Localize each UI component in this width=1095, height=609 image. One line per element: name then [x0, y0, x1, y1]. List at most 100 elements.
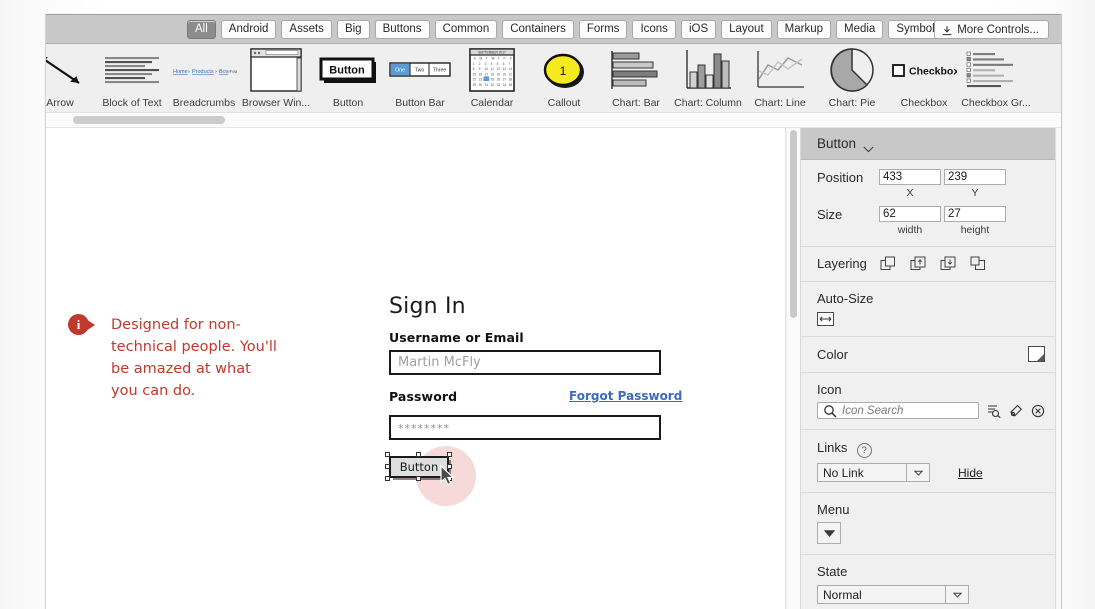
panel-scrollbar[interactable]	[1055, 128, 1061, 609]
size-label: Size	[817, 206, 843, 222]
svg-text:1: 1	[473, 62, 475, 66]
size-height-input[interactable]: 27	[944, 206, 1006, 222]
resize-handle-ne[interactable]	[447, 452, 452, 457]
properties-panel-header[interactable]: Button	[801, 128, 1061, 160]
password-input[interactable]: ********	[389, 415, 661, 440]
svg-text:S: S	[510, 56, 512, 60]
geometry-section: Position 433 239 X Y Size 62 27 width he…	[801, 160, 1061, 247]
username-label: Username or Email	[389, 330, 524, 345]
tab-buttons[interactable]: Buttons	[374, 19, 430, 39]
gallery-item-chart-column[interactable]: Chart: Column	[672, 44, 744, 112]
svg-text:21: 21	[509, 72, 513, 76]
send-backward-icon[interactable]	[940, 256, 957, 271]
icon-section: Icon Icon Search	[801, 373, 1061, 430]
gallery-item-calendar[interactable]: SEPTEMBER 2017 S M T W T F S 1 2 3 4 5 6 7 8 9 10 11 12 13 14…	[456, 44, 528, 112]
forgot-password-link[interactable]: Forgot Password	[569, 389, 682, 403]
tab-all[interactable]: All	[187, 19, 216, 39]
canvas-scrollbar-thumb[interactable]	[790, 130, 797, 318]
send-to-back-icon[interactable]	[970, 256, 987, 271]
gallery-scrollbar[interactable]	[46, 113, 1061, 128]
tab-icons[interactable]: Icons	[632, 19, 676, 39]
icon-library-icon[interactable]	[987, 404, 1001, 418]
annotation-text: Designed for non-technical people. You'l…	[111, 317, 277, 399]
position-y-input[interactable]: 239	[944, 169, 1006, 185]
gallery-item-label: Browser Win...	[241, 97, 311, 109]
tab-layout[interactable]: Layout	[721, 19, 772, 39]
bring-forward-icon[interactable]	[910, 256, 927, 271]
more-controls-button[interactable]: More Controls...	[934, 20, 1049, 39]
canvas-vertical-scrollbar[interactable]	[786, 128, 801, 609]
position-x-input[interactable]: 433	[879, 169, 941, 185]
gallery-item-arrow[interactable]: Arrow	[46, 44, 96, 112]
bring-to-front-icon[interactable]	[880, 256, 897, 271]
username-input[interactable]: Martin McFly	[389, 350, 661, 375]
gallery-item-browser-win[interactable]: Browser Win...	[240, 44, 312, 112]
gallery-item-checkbox[interactable]: Checkbox Checkbox	[888, 44, 960, 112]
svg-text:23: 23	[479, 77, 483, 81]
wireframe-canvas[interactable]: i Designed for non-technical people. You…	[46, 128, 785, 609]
annotation-callout[interactable]: i Designed for non-technical people. You…	[68, 314, 279, 402]
screenshot-root: All Android Assets Big Buttons Common Containe…	[0, 0, 1095, 609]
gallery-item-label: Chart: Bar	[612, 97, 660, 109]
gallery-item-callout[interactable]: 1 Callout	[528, 44, 600, 112]
size-captions: width height	[879, 224, 1045, 236]
gallery-item-chart-line[interactable]: Chart: Line	[744, 44, 816, 112]
links-hide-button[interactable]: Hide	[958, 466, 983, 480]
fit-width-icon[interactable]	[817, 312, 834, 326]
svg-text:28: 28	[509, 77, 513, 81]
chart-pie-thumb	[816, 44, 888, 95]
svg-text:13: 13	[503, 67, 507, 71]
svg-text:25: 25	[491, 77, 495, 81]
icon-recolor-icon[interactable]	[1009, 404, 1023, 418]
icon-clear-icon[interactable]	[1031, 404, 1045, 418]
gallery-item-label: Chart: Column	[674, 97, 742, 109]
app-window: All Android Assets Big Buttons Common Containe…	[45, 14, 1062, 609]
tab-common[interactable]: Common	[434, 19, 498, 39]
gallery-item-chart-pie[interactable]: Chart: Pie	[816, 44, 888, 112]
tab-forms[interactable]: Forms	[578, 19, 628, 39]
svg-text:6: 6	[503, 62, 505, 66]
menu-section: Menu	[801, 493, 1061, 555]
resize-handle-sw[interactable]	[385, 476, 390, 481]
gallery-item-label: Block of Text	[102, 97, 162, 109]
tab-big[interactable]: Big	[336, 19, 370, 39]
chevron-down-icon[interactable]	[863, 140, 874, 153]
position-label: Position	[817, 169, 864, 185]
tab-media[interactable]: Media	[836, 19, 884, 39]
tab-assets[interactable]: Assets	[281, 19, 332, 39]
svg-text:17: 17	[485, 72, 489, 76]
color-swatch-button[interactable]	[1028, 346, 1045, 362]
gallery-item-checkbox-gr[interactable]: Checkbox Gr...	[960, 44, 1032, 112]
icon-search-input[interactable]: Icon Search	[817, 402, 979, 419]
svg-text:12: 12	[497, 67, 501, 71]
chevron-down-icon	[945, 586, 968, 603]
svg-text:S: S	[474, 56, 476, 60]
gallery-item-button[interactable]: Button Button	[312, 44, 384, 112]
resize-handle-nw[interactable]	[385, 452, 390, 457]
tab-android[interactable]: Android	[220, 19, 277, 39]
svg-text:35: 35	[509, 82, 513, 86]
svg-text:16: 16	[479, 72, 483, 76]
size-width-input[interactable]: 62	[879, 206, 941, 222]
more-controls-label: More Controls...	[957, 23, 1039, 36]
gallery-item-block-of-text[interactable]: Block of Text	[96, 44, 168, 112]
tab-ios[interactable]: iOS	[680, 19, 717, 39]
svg-text:27: 27	[503, 77, 507, 81]
resize-handle-n[interactable]	[416, 452, 421, 457]
tab-markup[interactable]: Markup	[776, 19, 831, 39]
gallery-item-breadcrumbs[interactable]: Home›Products›Box›Feat Breadcrumbs	[168, 44, 240, 112]
autosize-label: Auto-Size	[817, 291, 874, 306]
gallery-scrollbar-thumb[interactable]	[73, 116, 225, 124]
category-tabstrip: All Android Assets Big Buttons Common Containe…	[46, 14, 1061, 44]
help-icon[interactable]: ?	[856, 442, 872, 458]
resize-handle-w[interactable]	[385, 464, 390, 469]
dropdown-triangle-icon[interactable]	[817, 522, 841, 544]
gallery-item-button-bar[interactable]: One Two Three Button Bar	[384, 44, 456, 112]
resize-handle-s[interactable]	[416, 476, 421, 481]
gallery-item-chart-bar[interactable]: Chart: Bar	[600, 44, 672, 112]
state-value: Normal	[823, 587, 862, 602]
gallery-item-label: Breadcrumbs	[172, 97, 236, 109]
state-select[interactable]: Normal	[817, 585, 969, 604]
tab-containers[interactable]: Containers	[502, 19, 574, 39]
link-target-select[interactable]: No Link	[817, 463, 930, 482]
